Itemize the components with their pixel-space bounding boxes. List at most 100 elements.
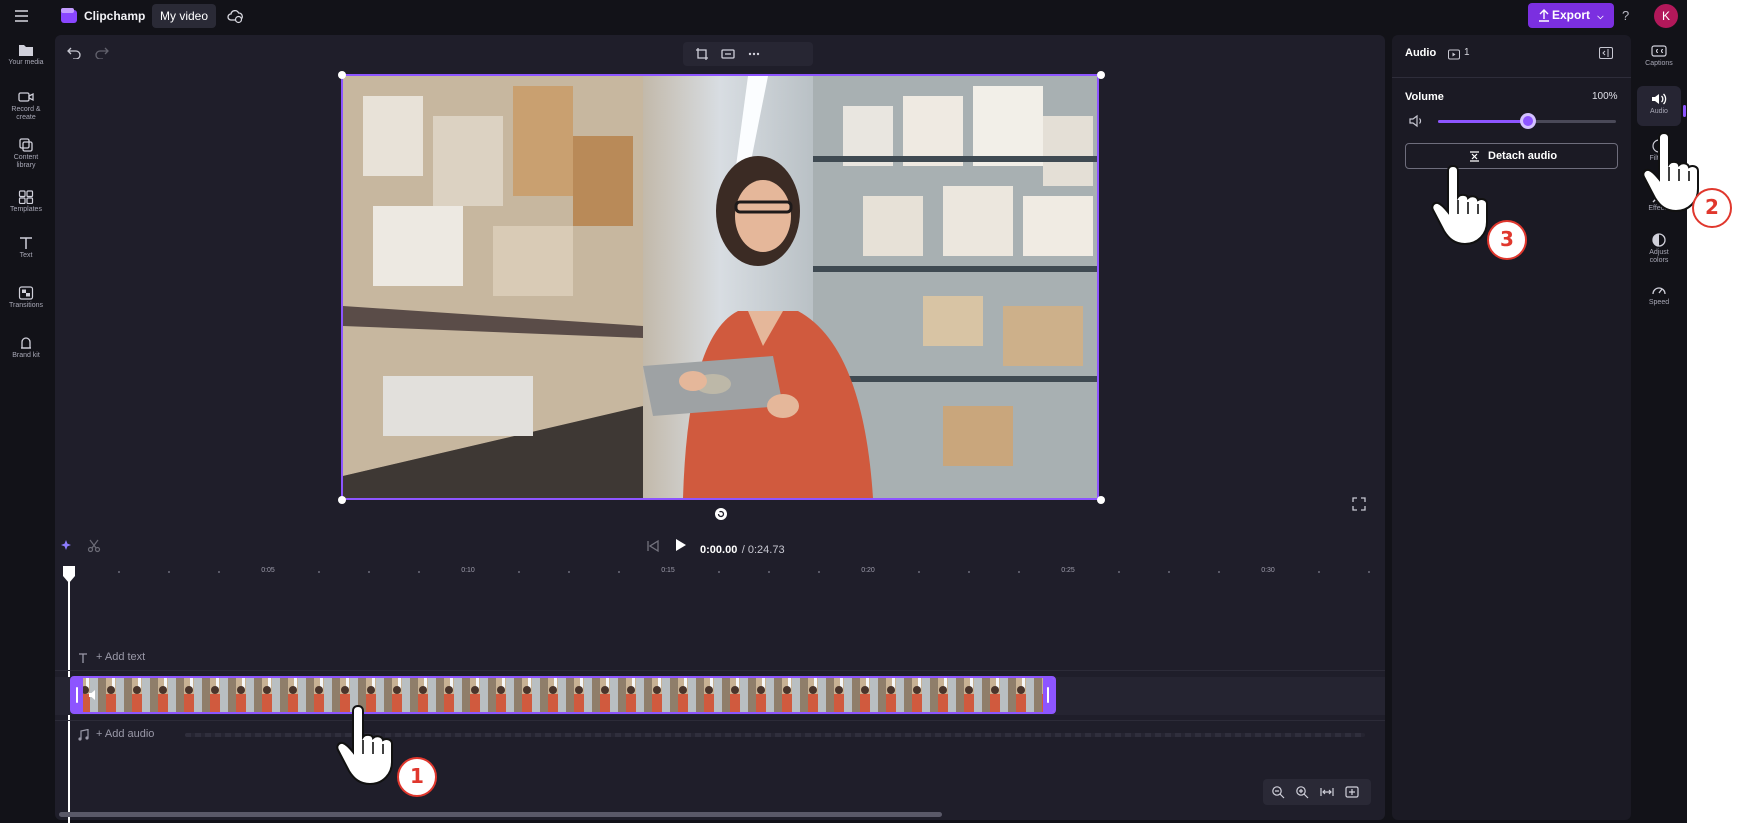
fullscreen-icon[interactable] xyxy=(1352,497,1366,516)
fit-icon[interactable] xyxy=(721,47,735,66)
tab-audio[interactable]: Audio xyxy=(1637,86,1681,126)
panel-divider xyxy=(1392,77,1631,78)
text-icon xyxy=(20,237,32,249)
step-badge-3: 3 xyxy=(1487,220,1527,260)
right-sidebar-label: Captions xyxy=(1645,60,1673,67)
resize-handle-top-left[interactable] xyxy=(338,71,346,79)
add-text-button[interactable]: + Add text xyxy=(96,651,145,663)
play-icon xyxy=(676,539,686,551)
step-badge-1: 1 xyxy=(397,757,437,797)
zoom-controls xyxy=(1263,779,1371,805)
brand-kit-icon xyxy=(21,337,31,349)
add-audio-button[interactable]: + Add audio xyxy=(96,728,154,740)
video-camera-icon xyxy=(18,92,34,102)
music-note-icon xyxy=(77,728,89,746)
crop-icon[interactable] xyxy=(695,47,709,66)
clip-trim-handle-right[interactable] xyxy=(1043,678,1054,712)
track-divider xyxy=(55,670,1385,671)
right-sidebar-label: Audio xyxy=(1650,108,1668,115)
rotate-handle-icon[interactable] xyxy=(714,507,728,526)
tab-speed[interactable]: Speed xyxy=(1633,283,1685,307)
export-label: Export xyxy=(1552,8,1591,22)
export-button[interactable]: Export ⌵ xyxy=(1528,3,1614,28)
volume-speaker-icon[interactable] xyxy=(1409,114,1424,133)
tab-adjust-colors[interactable]: Adjust colors xyxy=(1633,233,1685,265)
video-clip[interactable] xyxy=(70,676,1056,714)
play-button[interactable] xyxy=(672,537,688,558)
cloud-sync-icon[interactable] xyxy=(226,7,244,25)
templates-icon xyxy=(18,190,34,204)
brand-name: Clipchamp xyxy=(84,9,146,23)
playhead-handle[interactable] xyxy=(61,565,77,590)
resize-handle-top-right[interactable] xyxy=(1097,71,1105,79)
library-icon xyxy=(19,138,33,152)
speaker-icon xyxy=(1652,93,1667,105)
fit-to-screen-icon[interactable] xyxy=(1320,785,1334,804)
clipchamp-app: Clipchamp My video Export ⌵ ? K Your med… xyxy=(0,0,1687,823)
collapse-panel-icon[interactable] xyxy=(1599,46,1613,64)
split-scissors-icon[interactable] xyxy=(87,539,101,558)
panel-title: Audio xyxy=(1405,47,1437,59)
tick-label: 0:25 xyxy=(1061,567,1075,574)
sidebar-item-label: Content library xyxy=(13,154,39,169)
sidebar-item-label: Record & create xyxy=(11,106,41,121)
transitions-icon xyxy=(18,286,34,300)
sidebar-item-brand-kit[interactable]: Brand kit xyxy=(0,336,52,360)
redo-icon[interactable] xyxy=(95,45,109,64)
help-button[interactable]: ? xyxy=(1622,8,1629,23)
sidebar-item-your-media[interactable]: Your media xyxy=(0,43,52,67)
timeline-ruler[interactable]: 0:05 0:10 0:15 0:20 0:25 0:30 xyxy=(55,564,1385,580)
volume-slider-fill xyxy=(1438,120,1528,123)
skip-back-icon[interactable] xyxy=(646,539,660,558)
sidebar-item-transitions[interactable]: Transitions xyxy=(0,286,52,310)
volume-slider-thumb[interactable] xyxy=(1520,113,1536,129)
tick-label: 0:05 xyxy=(261,567,275,574)
sidebar-item-record-create[interactable]: Record & create xyxy=(0,90,52,122)
captions-icon xyxy=(1651,45,1667,57)
preview-toolbar xyxy=(683,42,813,66)
sidebar-item-label: Brand kit xyxy=(12,352,40,359)
sidebar-item-templates[interactable]: Templates xyxy=(0,190,52,214)
sidebar-item-label: Templates xyxy=(10,206,42,213)
tick-label: 0:15 xyxy=(661,567,675,574)
tick-label: 0:30 xyxy=(1261,567,1275,574)
resize-handle-bottom-left[interactable] xyxy=(338,496,346,504)
track-divider xyxy=(55,720,1385,721)
video-frame-image xyxy=(343,76,1097,498)
step-badge-2: 2 xyxy=(1692,188,1732,228)
sidebar-item-content-library[interactable]: Content library xyxy=(0,138,52,170)
clipchamp-logo-icon xyxy=(60,7,78,25)
left-sidebar: Your media Record & create Content libra… xyxy=(0,32,52,823)
text-track-icon xyxy=(77,651,89,669)
timeline-scrollbar[interactable] xyxy=(59,812,942,817)
avatar[interactable]: K xyxy=(1654,4,1678,28)
zoom-out-icon[interactable] xyxy=(1271,785,1285,804)
folder-icon xyxy=(19,45,33,56)
contrast-icon xyxy=(1652,233,1666,247)
current-time: 0:00.00 xyxy=(700,544,738,556)
audio-properties-panel: Audio 1 Volume 100% Detach audio xyxy=(1392,35,1631,820)
editor-area: 0:00.00 / 0:24.73 0:05 0:10 0:15 0:20 0:… xyxy=(55,35,1385,823)
hamburger-menu-icon[interactable] xyxy=(12,7,32,25)
resize-handle-bottom-right[interactable] xyxy=(1097,496,1105,504)
magic-ai-icon[interactable] xyxy=(60,539,74,558)
speedometer-icon xyxy=(1652,287,1666,295)
video-preview[interactable] xyxy=(341,74,1099,500)
clip-trim-handle-left[interactable] xyxy=(72,678,83,712)
tab-captions[interactable]: Captions xyxy=(1633,44,1685,68)
right-sidebar-label: Speed xyxy=(1648,299,1670,306)
expand-timeline-icon[interactable] xyxy=(1345,785,1359,804)
more-options-icon[interactable] xyxy=(747,47,761,66)
total-duration: / 0:24.73 xyxy=(741,544,785,556)
undo-icon[interactable] xyxy=(67,45,81,64)
playback-time: 0:00.00 / 0:24.73 xyxy=(700,540,785,558)
sidebar-item-text[interactable]: Text xyxy=(0,236,52,260)
sidebar-item-label: Your media xyxy=(8,59,44,66)
volume-label: Volume xyxy=(1405,91,1444,103)
hand-cursor-icon xyxy=(336,704,393,786)
project-name-tab[interactable]: My video xyxy=(152,4,216,28)
upload-icon xyxy=(1539,9,1549,22)
zoom-in-icon[interactable] xyxy=(1295,785,1309,804)
volume-value: 100% xyxy=(1592,91,1618,102)
clip-count: 1 xyxy=(1464,47,1470,58)
